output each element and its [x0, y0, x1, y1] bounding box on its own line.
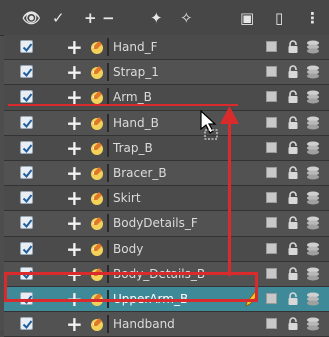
drawing-layer-icon — [91, 66, 103, 80]
layer-stack-icon[interactable] — [306, 39, 320, 55]
mouse-cursor-icon — [200, 110, 218, 140]
drawing-layer-icon — [91, 217, 103, 231]
layer-row[interactable]: + Trap_B — [4, 135, 329, 161]
timeline-layer-panel: 👁 ✓ + − ✦ ✧ ▣ ▯ ⋮ + Hand_F + Strap_1 + A… — [0, 0, 329, 337]
lock-icon[interactable] — [287, 191, 299, 205]
layer-name[interactable]: Hand_F — [107, 38, 158, 56]
layer-color-swatch[interactable] — [266, 318, 277, 330]
drawing-layer-icon — [91, 166, 103, 180]
drag-target-highlight — [8, 104, 238, 108]
lock-icon[interactable] — [287, 141, 299, 155]
drawing-layer-icon — [91, 41, 103, 54]
layer-color-swatch[interactable] — [266, 242, 277, 254]
layer-stack-icon[interactable] — [306, 64, 320, 80]
expand-layer-icon[interactable]: + — [66, 212, 86, 234]
layer-row[interactable]: + BodyDetails_F — [4, 211, 329, 237]
layer-row[interactable]: + Hand_F — [4, 35, 329, 61]
layer-enable-checkbox[interactable] — [20, 191, 33, 205]
drawing-layer-icon — [91, 91, 103, 105]
layer-enable-checkbox[interactable] — [20, 40, 33, 53]
lock-icon[interactable] — [287, 40, 299, 54]
layer-color-swatch[interactable] — [266, 267, 277, 279]
lock-icon[interactable] — [287, 65, 299, 79]
layer-name[interactable]: Handband — [107, 315, 175, 334]
peg-icon[interactable]: ▯ — [275, 8, 283, 28]
layer-name[interactable]: Trap_B — [107, 138, 153, 157]
expand-layer-icon[interactable]: + — [66, 313, 86, 335]
layer-name[interactable]: Strap_1 — [107, 63, 159, 82]
layer-stack-icon[interactable] — [306, 115, 320, 131]
expand-layer-icon[interactable]: + — [66, 36, 86, 58]
layer-row[interactable]: + Handband — [4, 312, 329, 337]
expand-layer-icon[interactable]: + — [66, 162, 86, 184]
drawing-layer-icon — [91, 116, 103, 130]
layer-color-swatch[interactable] — [266, 217, 277, 229]
layer-toolbar: 👁 ✓ + − ✦ ✧ ▣ ▯ ⋮ — [0, 0, 329, 36]
layer-enable-checkbox[interactable] — [20, 65, 33, 79]
add-layer-icon[interactable]: + — [84, 8, 97, 28]
expand-layer-icon[interactable]: + — [66, 137, 86, 159]
drag-arrow-head-icon — [220, 106, 239, 124]
layer-name[interactable]: Body — [107, 239, 143, 258]
layer-color-swatch[interactable] — [266, 116, 277, 128]
expand-layer-icon[interactable]: + — [66, 238, 86, 260]
layer-enable-checkbox[interactable] — [20, 140, 33, 154]
lock-icon[interactable] — [287, 216, 299, 230]
layer-stack-icon[interactable] — [306, 165, 320, 181]
expand-layer-icon[interactable]: + — [66, 187, 86, 209]
drag-arrow-line — [228, 118, 231, 276]
layer-color-swatch[interactable] — [266, 166, 277, 178]
layer-stack-icon[interactable] — [306, 140, 320, 156]
layer-row[interactable]: + Hand_B — [4, 110, 329, 136]
drawing-layer-icon — [91, 242, 103, 256]
layer-color-swatch[interactable] — [266, 141, 277, 153]
layer-name[interactable]: Hand_B — [107, 113, 159, 132]
layer-name[interactable]: BodyDetails_F — [107, 214, 198, 233]
lock-icon[interactable] — [287, 266, 299, 281]
layer-color-swatch[interactable] — [266, 91, 277, 103]
drawing-layer-icon — [91, 192, 103, 206]
layer-stack-icon[interactable] — [306, 190, 320, 206]
layer-name[interactable]: Bracer_B — [107, 163, 167, 182]
lock-icon[interactable] — [287, 292, 299, 306]
layer-enable-checkbox[interactable] — [20, 317, 33, 331]
layer-color-swatch[interactable] — [266, 192, 277, 204]
layer-row[interactable]: + Body — [4, 236, 329, 262]
drawing-layer-icon — [91, 141, 103, 155]
camera-icon[interactable]: ▣ — [240, 8, 254, 28]
lock-icon[interactable] — [287, 241, 299, 256]
selected-layer-highlight — [4, 272, 258, 302]
remove-layer-icon[interactable]: − — [102, 8, 115, 28]
layer-enable-checkbox[interactable] — [20, 90, 33, 104]
more-options-icon[interactable]: ⋮ — [305, 8, 320, 28]
lock-icon[interactable] — [287, 317, 299, 331]
layer-stack-icon[interactable] — [306, 89, 320, 105]
layer-enable-checkbox[interactable] — [20, 241, 33, 255]
layer-color-swatch[interactable] — [266, 41, 277, 52]
layer-enable-checkbox[interactable] — [20, 216, 33, 230]
show-all-icon[interactable]: 👁 — [22, 8, 41, 28]
layer-row[interactable]: + Strap_1 — [4, 60, 329, 86]
add-color-layer-icon[interactable]: ✧ — [180, 8, 193, 28]
layer-color-swatch[interactable] — [266, 66, 277, 78]
layer-stack-icon[interactable] — [306, 291, 320, 307]
expand-layer-icon[interactable]: + — [66, 112, 86, 134]
layer-enable-checkbox[interactable] — [20, 165, 33, 179]
layer-stack-icon[interactable] — [306, 266, 320, 282]
lock-icon[interactable] — [287, 90, 299, 104]
layer-color-swatch[interactable] — [266, 292, 277, 304]
lock-icon[interactable] — [287, 115, 299, 130]
enable-all-icon[interactable]: ✓ — [52, 8, 65, 28]
expand-layer-icon[interactable]: + — [66, 61, 86, 83]
lock-icon[interactable] — [287, 166, 299, 180]
add-drawing-layer-icon[interactable]: ✦ — [150, 8, 163, 28]
layer-stack-icon[interactable] — [306, 241, 320, 257]
layer-enable-checkbox[interactable] — [20, 115, 33, 129]
layer-stack-icon[interactable] — [306, 215, 320, 231]
layer-row[interactable]: + Bracer_B — [4, 160, 329, 187]
layer-name[interactable]: Skirt — [107, 189, 141, 208]
layer-row[interactable]: + Skirt — [4, 186, 329, 212]
